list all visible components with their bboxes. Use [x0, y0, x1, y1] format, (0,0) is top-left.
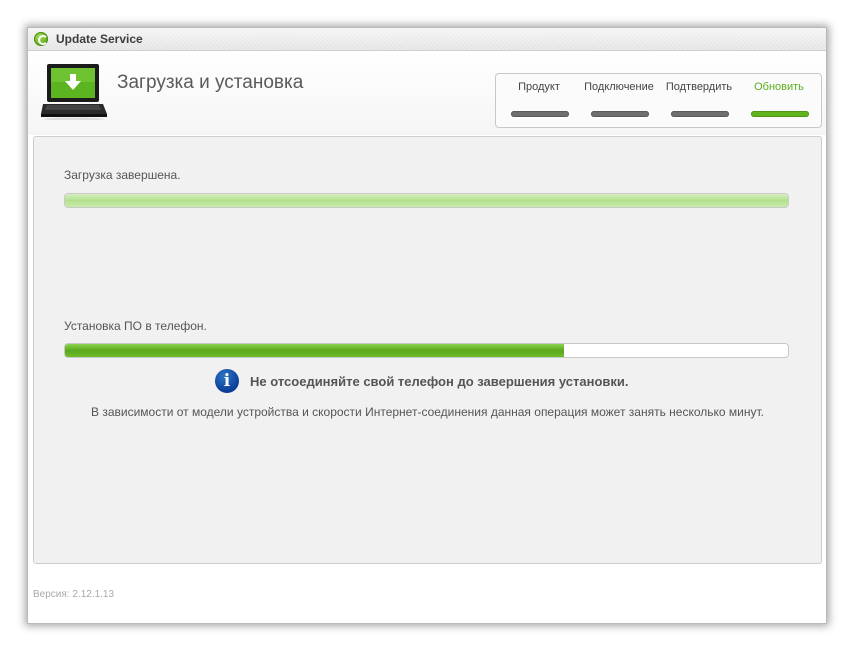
install-progress-bar [64, 343, 789, 358]
window-title: Update Service [56, 32, 143, 46]
step-label: Обновить [754, 81, 804, 93]
duration-note: В зависимости от модели устройства и ско… [90, 405, 764, 419]
laptop-download-icon [41, 64, 107, 120]
step-confirm: Подтвердить [659, 74, 739, 127]
warning-text: Не отсоединяйте свой телефон до завершен… [250, 374, 629, 389]
version-label: Версия: 2.12.1.13 [33, 589, 115, 600]
step-bar [671, 111, 729, 117]
step-indicator: Продукт Подключение Подтвердить Обновить [495, 73, 822, 128]
download-progress-bar [64, 193, 789, 208]
page-title: Загрузка и установка [117, 72, 304, 93]
install-progress-fill [65, 344, 564, 357]
step-bar [511, 111, 569, 117]
step-bar [591, 111, 649, 117]
step-label: Подключение [584, 81, 654, 93]
info-icon: i [215, 369, 239, 393]
download-status-label: Загрузка завершена. [64, 168, 181, 182]
app-window: Update Service Загрузка и установка Прод… [27, 27, 827, 624]
step-connection: Подключение [579, 74, 659, 127]
step-update: Обновить [739, 74, 819, 127]
step-product: Продукт [499, 74, 579, 127]
install-status-label: Установка ПО в телефон. [64, 319, 207, 333]
main-panel: Загрузка завершена. Установка ПО в телеф… [33, 136, 822, 564]
step-label: Подтвердить [665, 81, 733, 93]
info-message: i Не отсоединяйте свой телефон до заверш… [34, 369, 821, 395]
step-bar [751, 111, 809, 117]
download-progress-fill [65, 194, 788, 207]
title-bar[interactable]: Update Service [28, 28, 826, 51]
step-label: Продукт [518, 81, 560, 93]
header: Загрузка и установка Продукт Подключение… [28, 51, 826, 135]
app-logo-icon [34, 32, 48, 46]
